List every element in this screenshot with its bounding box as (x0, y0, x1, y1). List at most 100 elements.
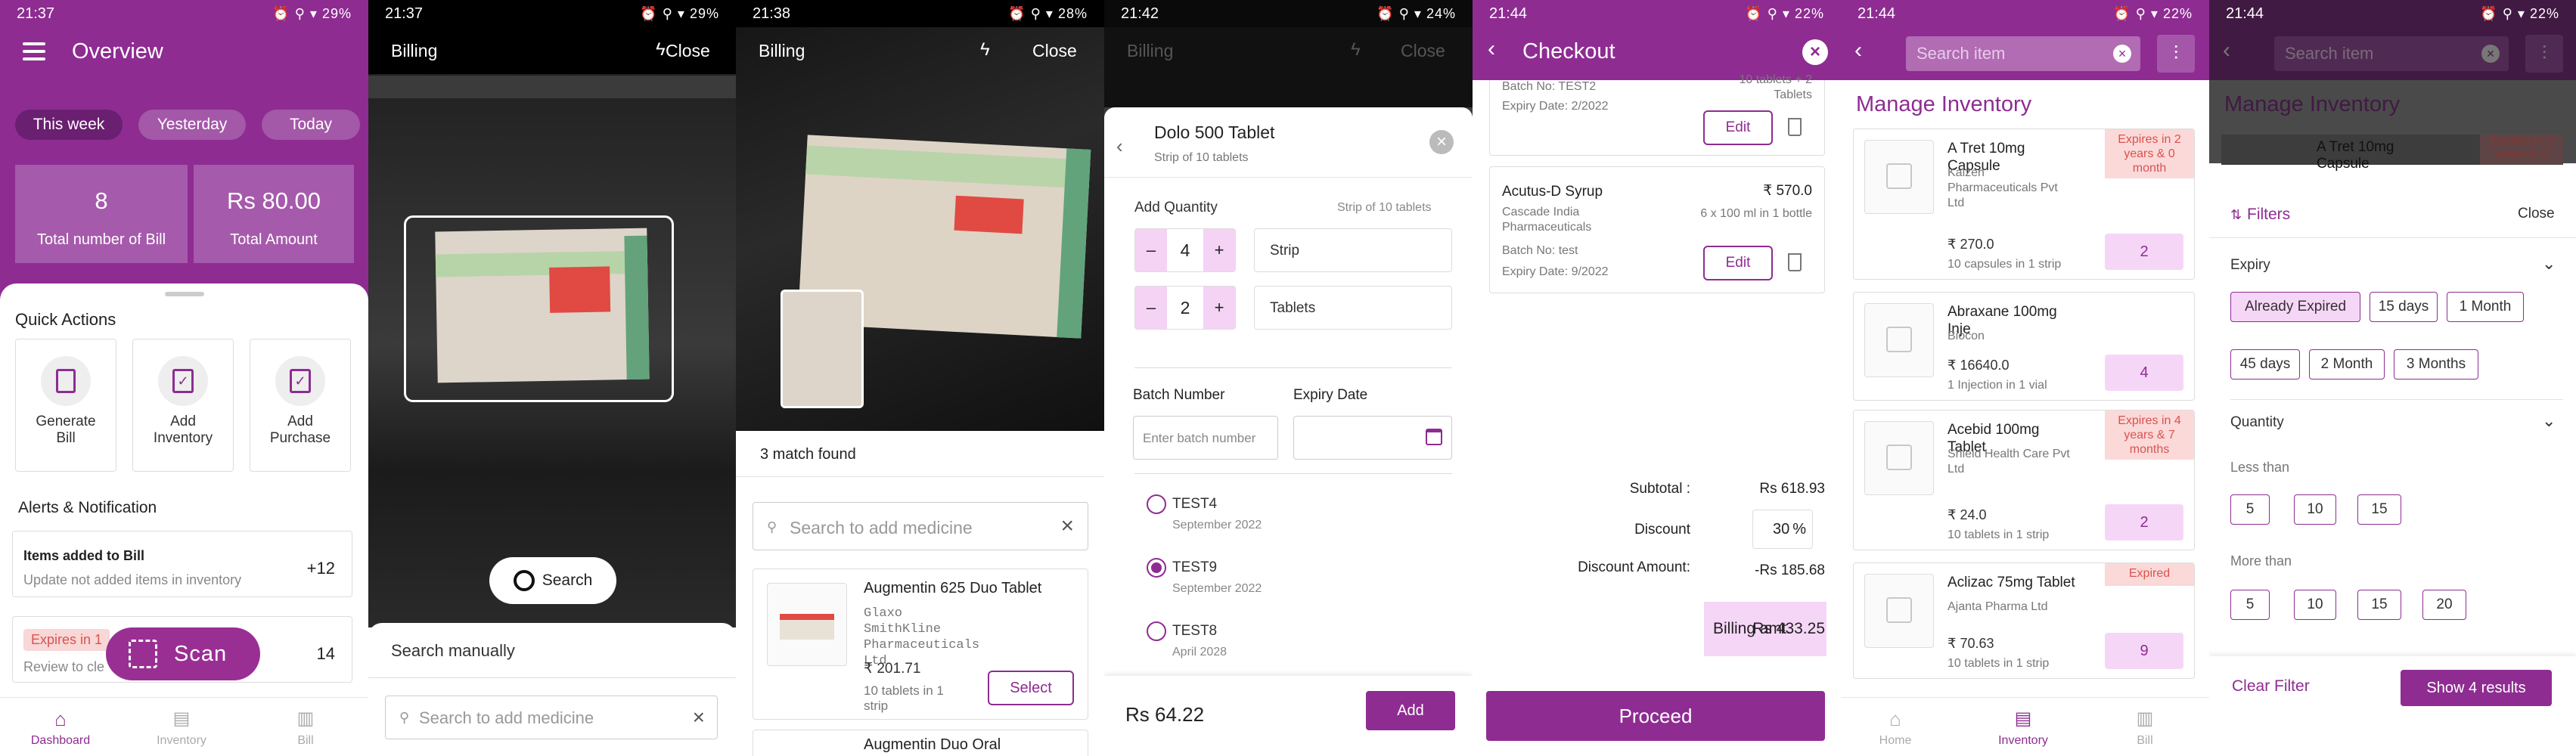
edit-button[interactable]: Edit (1703, 110, 1773, 145)
inventory-item-card[interactable]: Acebid 100mg Tablet Shield Health Care P… (1853, 410, 2195, 550)
chip-less-5[interactable]: 5 (2230, 494, 2270, 525)
chip-3-months[interactable]: 3 Months (2394, 349, 2478, 380)
discount-input[interactable]: 30 % (1752, 510, 1813, 549)
clear-icon[interactable]: × (2113, 45, 2131, 63)
add-button[interactable]: Add (1366, 691, 1455, 730)
nav-bill[interactable]: ▥ Bill (2115, 708, 2175, 748)
qty-badge: 4 (2105, 355, 2183, 391)
proceed-button[interactable]: Proceed (1486, 691, 1825, 741)
inventory-item-card[interactable]: Abraxane 100mg Inje Biocon ₹ 16640.0 1 I… (1853, 292, 2195, 401)
search-input[interactable]: ⚲ Search to add medicine × (753, 502, 1088, 550)
chip-more-20[interactable]: 20 (2422, 590, 2466, 620)
chip-more-10[interactable]: 10 (2294, 590, 2336, 620)
search-input[interactable]: ⚲ Search to add medicine × (385, 696, 718, 739)
nav-inventory[interactable]: ▤ Inventory (1989, 708, 2057, 748)
search-placeholder: Search to add medicine (419, 708, 594, 727)
nav-inventory[interactable]: ▤ Inventory (151, 708, 212, 748)
flash-off-icon[interactable]: ϟ (980, 39, 990, 60)
nav-bill[interactable]: ▥ Bill (275, 708, 336, 748)
nav-label: Bill (297, 734, 314, 747)
chip-less-10[interactable]: 10 (2294, 494, 2336, 525)
batch-date: September 2022 (1172, 582, 1262, 595)
status-battery: 22% (2529, 5, 2559, 21)
status-icons: ⏰ ⚲ ▾ (1008, 5, 1058, 21)
quick-add-purchase[interactable]: ✓ Add Purchase (250, 339, 351, 472)
item-price: ₹ 570.0 (1763, 183, 1812, 199)
qty-value[interactable]: 2 (1167, 287, 1203, 329)
chip-less-15[interactable]: 15 (2357, 494, 2401, 525)
scan-button[interactable]: Scan (106, 627, 260, 680)
edit-button[interactable]: Edit (1703, 246, 1773, 280)
plus-button[interactable]: + (1203, 229, 1235, 271)
chip-already-expired[interactable]: Already Expired (2230, 292, 2360, 322)
status-battery: 29% (321, 5, 352, 21)
nav-dashboard[interactable]: ⌂ Dashboard (30, 708, 91, 748)
sheet-handle[interactable] (165, 292, 204, 296)
menu-icon[interactable] (23, 42, 45, 60)
qty-value[interactable]: 4 (1167, 229, 1203, 271)
nav-home[interactable]: ⌂ Home (1865, 708, 1926, 748)
captured-thumbnail[interactable] (781, 290, 864, 408)
quick-actions-title: Quick Actions (15, 310, 116, 329)
back-icon: ‹ (2223, 38, 2230, 63)
flash-off-icon[interactable]: ϟ (656, 39, 666, 60)
back-icon[interactable]: ‹ (1116, 135, 1123, 158)
page-title: Manage Inventory (2224, 92, 2401, 116)
calendar-icon[interactable] (1426, 429, 1442, 445)
billing-title: Billing (1127, 41, 1174, 60)
batch-radio-selected[interactable] (1147, 558, 1166, 578)
chip-15-days[interactable]: 15 days (2370, 292, 2438, 322)
quick-add-inventory[interactable]: ✓ Add Inventory (132, 339, 234, 472)
delete-icon[interactable] (1788, 118, 1802, 136)
close-button[interactable]: Close (666, 41, 710, 61)
close-button[interactable]: Close (1032, 41, 1077, 61)
minus-button[interactable]: – (1135, 229, 1167, 271)
bill-icon: ▥ (296, 708, 315, 729)
tab-today[interactable]: Today (262, 110, 360, 140)
delete-icon[interactable] (1788, 253, 1802, 271)
select-button[interactable]: Select (988, 671, 1074, 705)
chip-more-15[interactable]: 15 (2357, 590, 2401, 620)
batch-date: September 2022 (1172, 519, 1262, 531)
close-icon[interactable]: × (1429, 130, 1454, 154)
alert-sub: Review to cle (23, 659, 105, 674)
scan-icon (129, 640, 157, 668)
chip-more-5[interactable]: 5 (2230, 590, 2270, 620)
product-name: Augmentin Duo Oral (864, 736, 1001, 753)
back-icon[interactable]: ‹ (1488, 36, 1495, 62)
show-results-button[interactable]: Show 4 results (2401, 670, 2552, 706)
bg-item-name: A Tret 10mg Capsule (2317, 139, 2394, 172)
batch-radio[interactable] (1147, 494, 1166, 514)
minus-button[interactable]: – (1135, 287, 1167, 329)
tab-yesterday[interactable]: Yesterday (138, 110, 246, 140)
percent-sign: % (1792, 520, 1806, 538)
batch-radio[interactable] (1147, 621, 1166, 641)
filters-title: Filters (2247, 206, 2291, 223)
filter-sliders-icon[interactable]: ⫶ (2157, 35, 2195, 73)
quick-generate-bill[interactable]: Generate Bill (15, 339, 116, 472)
chip-2-month[interactable]: 2 Month (2309, 349, 2385, 380)
clear-icon[interactable]: × (1060, 513, 1074, 539)
status-time: 21:42 (1121, 5, 1159, 22)
status-time: 21:37 (385, 5, 424, 22)
close-button[interactable]: Close (2518, 206, 2555, 222)
batch-number-input[interactable]: Enter batch number (1133, 416, 1278, 460)
home-icon: ⌂ (1889, 708, 1901, 730)
chevron-down-icon[interactable]: ⌄ (2542, 254, 2556, 274)
batch-name: TEST8 (1172, 623, 1218, 639)
plus-button[interactable]: + (1203, 287, 1235, 329)
chip-45-days[interactable]: 45 days (2230, 349, 2300, 380)
back-icon[interactable]: ‹ (1854, 38, 1862, 64)
search-input[interactable]: Search item × (1906, 36, 2140, 71)
expiry-date-input[interactable] (1293, 416, 1452, 460)
inventory-item-card[interactable]: A Tret 10mg Capsule Kaizen Pharmaceutica… (1853, 129, 2195, 280)
clear-filter-button[interactable]: Clear Filter (2232, 677, 2310, 696)
chip-1-month[interactable]: 1 Month (2447, 292, 2524, 322)
inventory-item-card[interactable]: Aclizac 75mg Tablet Ajanta Pharma Ltd ₹ … (1853, 562, 2195, 679)
clear-icon[interactable]: × (693, 705, 705, 730)
tab-this-week[interactable]: This week (15, 110, 123, 140)
chevron-down-icon[interactable]: ⌄ (2542, 411, 2556, 431)
search-pill-button[interactable]: Search (489, 557, 616, 604)
alert-items-added[interactable]: Items added to Bill Update not added ite… (12, 531, 352, 597)
close-icon[interactable]: × (1802, 39, 1828, 65)
